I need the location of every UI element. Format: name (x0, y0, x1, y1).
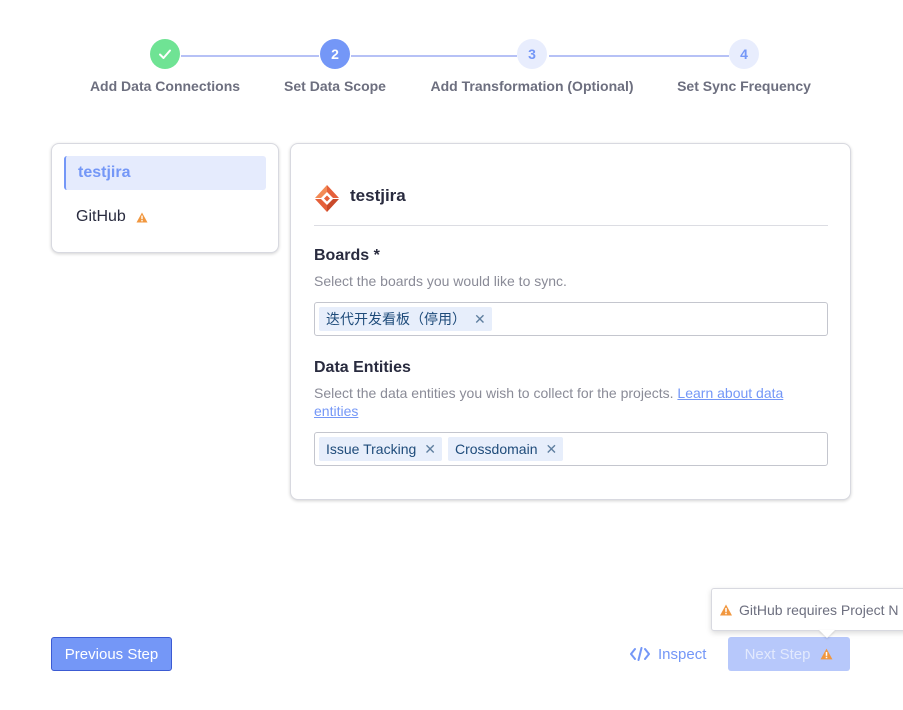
code-icon (630, 647, 650, 661)
entities-title: Data Entities (314, 359, 411, 376)
step-connector (351, 55, 517, 57)
stepper: 2 3 4 Add Data Connections Set Data Scop… (0, 0, 903, 110)
step-1-label: Add Data Connections (89, 78, 241, 94)
step-1-circle (150, 39, 180, 69)
jira-logo-icon (315, 185, 339, 212)
step-connector (181, 55, 319, 57)
tooltip-text: GitHub requires Project N (739, 601, 899, 618)
step-4-label: Set Sync Frequency (677, 78, 811, 94)
entity-tag: Crossdomain ✕ (448, 437, 564, 461)
data-scope-card: testjira Boards * Select the boards you … (290, 143, 851, 500)
card-header: testjira (314, 184, 828, 226)
inspect-button[interactable]: Inspect (630, 640, 706, 668)
inspect-label: Inspect (658, 645, 707, 663)
tag-label: Crossdomain (455, 441, 538, 457)
close-icon[interactable]: ✕ (474, 311, 486, 328)
next-step-button[interactable]: Next Step (728, 637, 850, 671)
connection-item-github[interactable]: GitHub (64, 200, 266, 234)
tooltip-arrow (819, 630, 835, 638)
next-step-label: Next Step (744, 645, 811, 663)
board-tag: 迭代开发看板（停用） ✕ (319, 307, 492, 331)
close-icon[interactable]: ✕ (424, 441, 436, 458)
warning-icon (136, 212, 148, 222)
tag-label: 迭代开发看板（停用） (326, 311, 466, 327)
connection-list: testjira GitHub (51, 143, 279, 253)
step-2-circle: 2 (320, 39, 350, 69)
card-title: testjira (350, 186, 406, 205)
step-3-circle: 3 (517, 39, 547, 69)
entities-select[interactable]: Issue Tracking ✕ Crossdomain ✕ (314, 432, 828, 466)
warning-icon (820, 648, 833, 660)
connection-item-label: testjira (78, 164, 131, 181)
close-icon[interactable]: ✕ (545, 441, 557, 458)
tag-label: Issue Tracking (326, 441, 417, 457)
step-4-circle: 4 (729, 39, 759, 69)
step-connector (549, 55, 729, 57)
boards-select[interactable]: 迭代开发看板（停用） ✕ (314, 302, 828, 336)
entities-description: Select the data entities you wish to col… (314, 384, 824, 420)
entity-tag: Issue Tracking ✕ (319, 437, 442, 461)
entities-description-text: Select the data entities you wish to col… (314, 385, 674, 401)
validation-tooltip: GitHub requires Project N (711, 588, 903, 631)
step-3-label: Add Transformation (Optional) (430, 78, 634, 94)
check-icon (159, 49, 171, 59)
boards-title: Boards * (314, 247, 380, 264)
connection-item-testjira[interactable]: testjira (64, 156, 266, 190)
previous-step-button[interactable]: Previous Step (51, 637, 172, 671)
connection-item-label: GitHub (76, 208, 126, 225)
warning-icon (720, 604, 732, 615)
step-2-label: Set Data Scope (284, 78, 386, 94)
boards-description: Select the boards you would like to sync… (314, 273, 567, 289)
